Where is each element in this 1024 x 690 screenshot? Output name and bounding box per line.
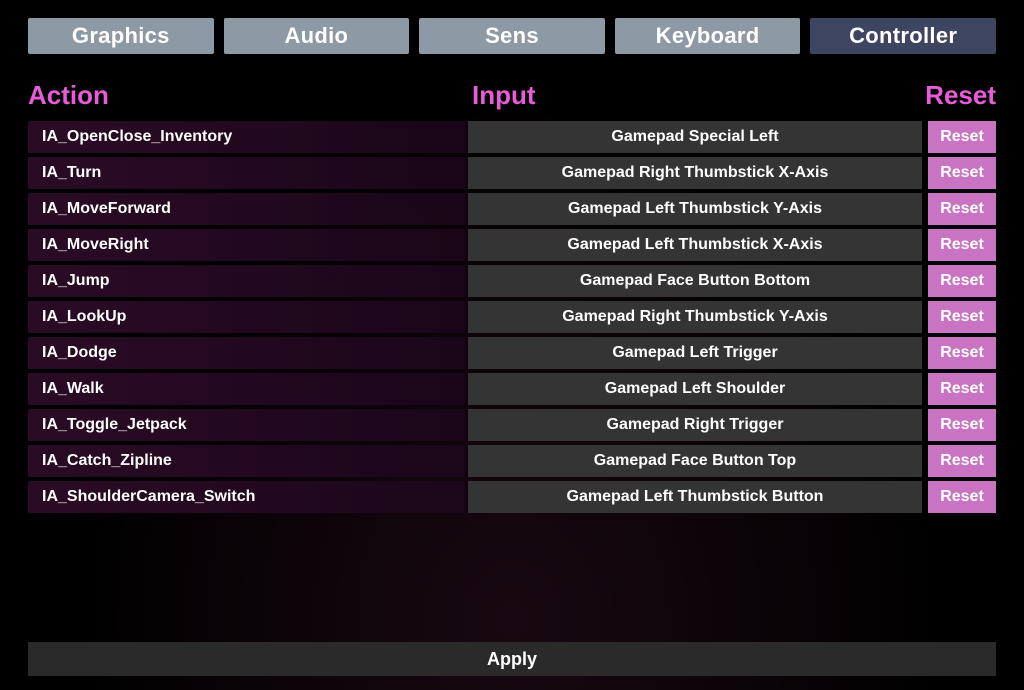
- binding-input[interactable]: Gamepad Face Button Bottom: [468, 265, 922, 297]
- binding-action: IA_Jump: [28, 265, 468, 297]
- tab-sens[interactable]: Sens: [419, 18, 605, 54]
- binding-row: IA_OpenClose_Inventory Gamepad Special L…: [28, 121, 996, 153]
- binding-row: IA_Turn Gamepad Right Thumbstick X-Axis …: [28, 157, 996, 189]
- binding-input[interactable]: Gamepad Left Shoulder: [468, 373, 922, 405]
- tab-keyboard[interactable]: Keyboard: [615, 18, 801, 54]
- reset-button[interactable]: Reset: [928, 229, 996, 261]
- settings-tabs: Graphics Audio Sens Keyboard Controller: [0, 18, 1024, 54]
- binding-action: IA_LookUp: [28, 301, 468, 333]
- binding-row: IA_Jump Gamepad Face Button Bottom Reset: [28, 265, 996, 297]
- binding-action: IA_ShoulderCamera_Switch: [28, 481, 468, 513]
- binding-row: IA_MoveForward Gamepad Left Thumbstick Y…: [28, 193, 996, 225]
- binding-row: IA_Walk Gamepad Left Shoulder Reset: [28, 373, 996, 405]
- binding-action: IA_MoveRight: [28, 229, 468, 261]
- binding-row: IA_Dodge Gamepad Left Trigger Reset: [28, 337, 996, 369]
- reset-button[interactable]: Reset: [928, 157, 996, 189]
- reset-button[interactable]: Reset: [928, 445, 996, 477]
- reset-button[interactable]: Reset: [928, 193, 996, 225]
- binding-action: IA_OpenClose_Inventory: [28, 121, 468, 153]
- binding-row: IA_Catch_Zipline Gamepad Face Button Top…: [28, 445, 996, 477]
- binding-action: IA_Catch_Zipline: [28, 445, 468, 477]
- binding-input[interactable]: Gamepad Face Button Top: [468, 445, 922, 477]
- binding-row: IA_MoveRight Gamepad Left Thumbstick X-A…: [28, 229, 996, 261]
- binding-action: IA_Toggle_Jetpack: [28, 409, 468, 441]
- binding-row: IA_Toggle_Jetpack Gamepad Right Trigger …: [28, 409, 996, 441]
- apply-button[interactable]: Apply: [28, 642, 996, 676]
- reset-button[interactable]: Reset: [928, 121, 996, 153]
- reset-button[interactable]: Reset: [928, 409, 996, 441]
- tab-controller[interactable]: Controller: [810, 18, 996, 54]
- reset-button[interactable]: Reset: [928, 481, 996, 513]
- binding-action: IA_Walk: [28, 373, 468, 405]
- binding-input[interactable]: Gamepad Left Thumbstick Y-Axis: [468, 193, 922, 225]
- binding-row: IA_ShoulderCamera_Switch Gamepad Left Th…: [28, 481, 996, 513]
- header-input: Input: [468, 80, 916, 111]
- column-headers: Action Input Reset: [0, 54, 1024, 121]
- reset-button[interactable]: Reset: [928, 301, 996, 333]
- binding-input[interactable]: Gamepad Left Thumbstick X-Axis: [468, 229, 922, 261]
- header-reset: Reset: [916, 80, 996, 111]
- binding-action: IA_MoveForward: [28, 193, 468, 225]
- reset-button[interactable]: Reset: [928, 265, 996, 297]
- binding-input[interactable]: Gamepad Left Trigger: [468, 337, 922, 369]
- reset-button[interactable]: Reset: [928, 373, 996, 405]
- tab-audio[interactable]: Audio: [224, 18, 410, 54]
- tab-graphics[interactable]: Graphics: [28, 18, 214, 54]
- binding-input[interactable]: Gamepad Left Thumbstick Button: [468, 481, 922, 513]
- binding-action: IA_Turn: [28, 157, 468, 189]
- binding-input[interactable]: Gamepad Special Left: [468, 121, 922, 153]
- bindings-list: IA_OpenClose_Inventory Gamepad Special L…: [0, 121, 1024, 513]
- header-action: Action: [28, 80, 468, 111]
- binding-input[interactable]: Gamepad Right Thumbstick X-Axis: [468, 157, 922, 189]
- binding-input[interactable]: Gamepad Right Thumbstick Y-Axis: [468, 301, 922, 333]
- binding-input[interactable]: Gamepad Right Trigger: [468, 409, 922, 441]
- binding-row: IA_LookUp Gamepad Right Thumbstick Y-Axi…: [28, 301, 996, 333]
- reset-button[interactable]: Reset: [928, 337, 996, 369]
- binding-action: IA_Dodge: [28, 337, 468, 369]
